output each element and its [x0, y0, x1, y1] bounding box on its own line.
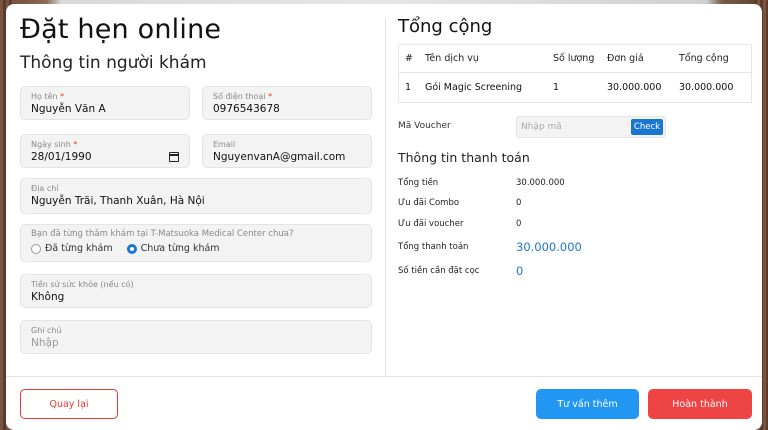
radio-visited-no[interactable]: Chưa từng khám [126, 243, 220, 254]
phone-value: 0976543678 [213, 103, 280, 115]
email-field[interactable]: Email NguyenvanA@gmail.com [202, 134, 372, 168]
total-value: 30.000.000 [516, 178, 565, 188]
voucher-input[interactable] [521, 119, 625, 135]
voucher-discount-label: Ưu đãi voucher [398, 219, 464, 229]
dob-label: Ngày sinh [31, 140, 71, 149]
footer-divider [6, 376, 762, 377]
payment-title: Thông tin thanh toán [398, 150, 530, 165]
address-field[interactable]: Địa chỉ Nguyễn Trãi, Thanh Xuân, Hà Nội [20, 178, 372, 214]
history-field[interactable]: Tiền sử sức khỏe (nếu có) Không [20, 274, 372, 308]
col-total: Tổng cộng [672, 44, 752, 73]
consult-button[interactable]: Tư vấn thêm [536, 389, 639, 419]
col-service: Tên dịch vụ [418, 44, 547, 73]
history-label: Tiền sử sức khỏe (nếu có) [31, 280, 134, 289]
row-total: 30.000.000 [678, 82, 734, 93]
visited-question-group: Bạn đã từng thăm khám tại T-Matsuoka Med… [20, 224, 372, 262]
row-index: 1 [405, 82, 412, 93]
radio-yes-label: Đã từng khám [45, 243, 113, 254]
dob-value: 28/01/1990 [31, 151, 92, 163]
combo-label: Ưu đãi Combo [398, 198, 460, 208]
col-index: # [398, 44, 419, 73]
radio-no-label: Chưa từng khám [140, 243, 220, 254]
back-button[interactable]: Quay lại [20, 389, 118, 419]
column-divider [385, 18, 386, 376]
visited-question: Bạn đã từng thăm khám tại T-Matsuoka Med… [31, 229, 294, 239]
email-label: Email [213, 140, 236, 149]
col-qty: Số lượng [546, 44, 601, 73]
page-title: Đặt hẹn online [20, 14, 222, 45]
voucher-box: Check [516, 116, 666, 138]
dob-field[interactable]: Ngày sinh * 28/01/1990 [20, 134, 190, 168]
voucher-discount-value: 0 [516, 219, 522, 229]
summary-column: Tổng cộng # Tên dịch vụ Số lượng Đơn giá… [398, 16, 756, 278]
name-field[interactable]: Họ tên * Nguyễn Văn A [20, 86, 190, 120]
radio-visited-yes[interactable]: Đã từng khám [31, 243, 113, 254]
deposit-label: Số tiền cần đặt cọc [398, 266, 480, 276]
radio-yes-dot[interactable] [31, 243, 41, 254]
complete-button[interactable]: Hoàn thành [648, 389, 752, 419]
col-unit-price: Đơn giá [600, 44, 673, 73]
patient-info-column: Đặt hẹn online Thông tin người khám [20, 14, 380, 73]
voucher-row: Mã Voucher Check [398, 116, 758, 138]
calendar-icon[interactable] [169, 152, 179, 162]
table-row: 1 Gói Magic Screening 1 30.000.000 30.00… [399, 73, 752, 103]
history-value: Không [31, 291, 65, 303]
required-mark: * [60, 92, 65, 101]
table-header-row: # Tên dịch vụ Số lượng Đơn giá Tổng cộng [398, 44, 752, 73]
radio-no-dot[interactable] [126, 243, 137, 254]
summary-title: Tổng cộng [398, 16, 493, 37]
deposit-value: 0 [516, 264, 524, 278]
note-label: Ghi chú [31, 326, 62, 335]
combo-value: 0 [516, 198, 522, 208]
address-label: Địa chỉ [31, 184, 59, 193]
row-unit-price: 30.000.000 [606, 82, 662, 93]
email-value: NguyenvanA@gmail.com [213, 151, 346, 163]
required-mark: * [73, 140, 78, 149]
visited-radio-group: Đã từng khám Chưa từng khám [31, 243, 361, 254]
note-field[interactable]: Ghi chú Nhập [20, 320, 372, 354]
section-title-patient: Thông tin người khám [20, 53, 207, 73]
total-label: Tổng tiền [398, 178, 439, 188]
phone-label: Số điện thoại [213, 92, 266, 101]
note-placeholder: Nhập [31, 337, 59, 349]
voucher-label: Mã Voucher [398, 121, 451, 131]
name-label: Họ tên [31, 92, 58, 101]
booking-modal: Đặt hẹn online Thông tin người khám Họ t… [6, 4, 762, 430]
row-qty: 1 [552, 82, 560, 93]
name-value: Nguyễn Văn A [31, 103, 106, 115]
service-table: # Tên dịch vụ Số lượng Đơn giá Tổng cộng… [398, 44, 752, 103]
row-service: Gói Magic Screening [424, 82, 523, 93]
phone-field[interactable]: Số điện thoại * 0976543678 [202, 86, 372, 120]
address-value: Nguyễn Trãi, Thanh Xuân, Hà Nội [31, 195, 205, 207]
grand-total-label: Tổng thanh toán [398, 242, 469, 252]
required-mark: * [268, 92, 273, 101]
grand-total-value: 30.000.000 [516, 240, 582, 254]
voucher-check-button[interactable]: Check [631, 119, 663, 135]
